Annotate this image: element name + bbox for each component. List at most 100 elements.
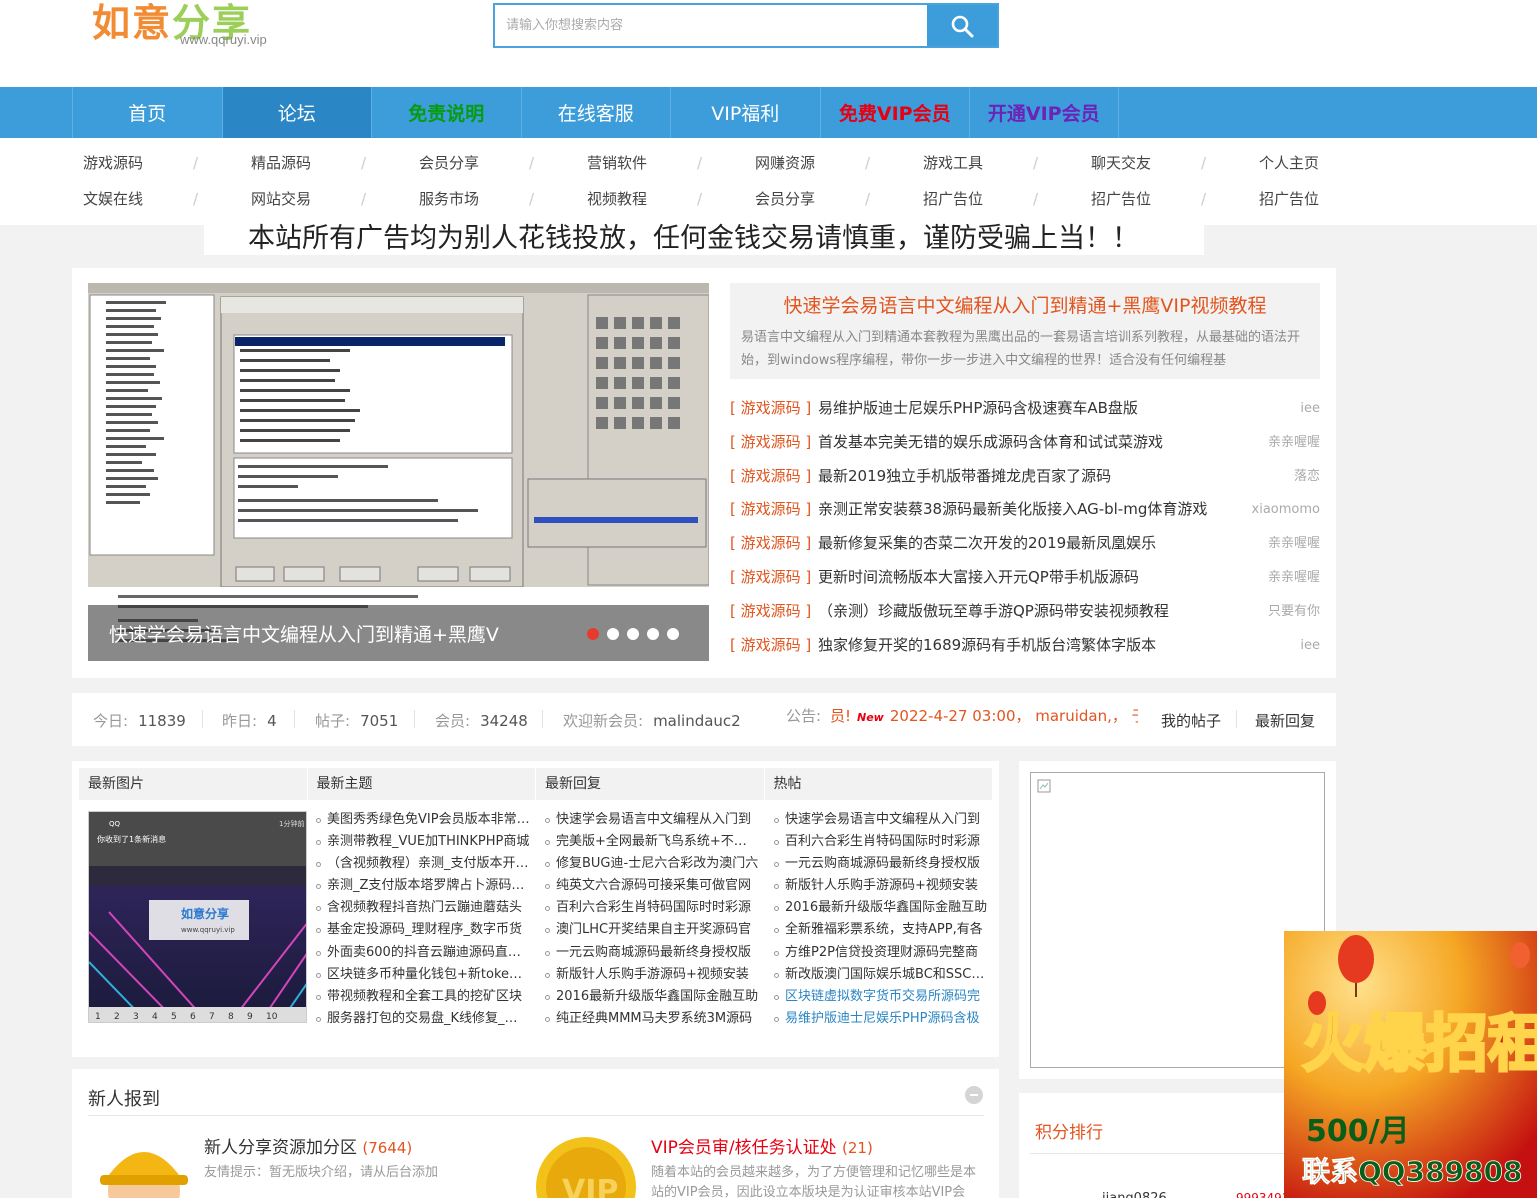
portal-tab[interactable]: 热帖 xyxy=(765,768,993,800)
slideshow-image[interactable]: 快速学会易语言中文编程从入门到精通+黑鹰V xyxy=(88,283,709,661)
list-item[interactable]: 美图秀秀绿色免VIP会员版本非常好用的工具 xyxy=(314,809,530,831)
thumb-page-number[interactable]: 7 xyxy=(209,1012,215,1022)
thread-title[interactable]: 首发基本完美无错的娱乐成源码含体育和试试菜游戏 xyxy=(818,426,1163,459)
thread-title[interactable]: 最新2019独立手机版带番摊龙虎百家了源码 xyxy=(818,460,1111,493)
nav-item-4[interactable]: VIP福利 xyxy=(670,87,820,138)
thumb-page-number[interactable]: 10 xyxy=(266,1012,278,1022)
thread-author[interactable]: iee xyxy=(1300,392,1320,425)
latest-replies-link[interactable]: 最新回复 xyxy=(1255,710,1315,731)
list-item[interactable]: 新版针人乐购手游源码+视频安装 xyxy=(772,875,988,897)
thumb-page-number[interactable]: 6 xyxy=(190,1012,196,1022)
thread-author[interactable]: xiaomomo xyxy=(1252,493,1320,526)
thread-author[interactable]: 亲亲喔喔 xyxy=(1268,426,1320,459)
thumb-page-number[interactable]: 2 xyxy=(114,1012,120,1022)
category-link[interactable]: 服务市场 xyxy=(419,181,479,217)
thread-title[interactable]: 易维护版迪士尼娱乐PHP源码含极速赛车AB盘版 xyxy=(818,392,1138,425)
notice-ticker[interactable]: 员! New 2022-4-27 03:00， maruidan,， 于 xyxy=(830,705,1138,727)
category-link[interactable]: 招广告位 xyxy=(1091,181,1151,217)
thumb-page-number[interactable]: 1 xyxy=(95,1012,101,1022)
thread-author[interactable]: 亲亲喔喔 xyxy=(1268,527,1320,560)
slide-dot[interactable] xyxy=(667,628,679,640)
category-link[interactable]: 招广告位 xyxy=(1259,181,1319,217)
list-item[interactable]: 纯英文六合源码可接采集可做官网 xyxy=(543,875,759,897)
list-item[interactable]: 方维P2P信贷投资理财源码完整商 xyxy=(772,942,988,964)
nav-item-0[interactable]: 首页 xyxy=(72,87,222,138)
thumb-page-number[interactable]: 9 xyxy=(247,1012,253,1022)
thread-category[interactable]: [ 游戏源码 ] xyxy=(730,399,811,417)
site-logo[interactable]: 如意分享 www.qqruyi.vip xyxy=(92,0,292,52)
list-item[interactable]: 含视频教程抖音热门云蹦迪蘑菇头 xyxy=(314,897,530,919)
nav-item-5[interactable]: 免费VIP会员 xyxy=(819,87,970,138)
list-item[interactable]: 百利六合彩生肖特码国际时时彩源 xyxy=(543,897,759,919)
thumb-page-number[interactable]: 4 xyxy=(152,1012,158,1022)
category-link[interactable]: 网站交易 xyxy=(251,181,311,217)
category-link[interactable]: 精品源码 xyxy=(251,145,311,181)
slide-caption-text[interactable]: 快速学会易语言中文编程从入门到精通+黑鹰V xyxy=(109,620,499,647)
category-link[interactable]: 会员分享 xyxy=(419,145,479,181)
list-item[interactable]: 新改版澳门国际娱乐城BC和SSC，t xyxy=(772,964,988,986)
slide-dot[interactable] xyxy=(587,628,599,640)
category-link[interactable]: 文娱在线 xyxy=(83,181,143,217)
list-item[interactable]: 纯正经典MMM马夫罗系统3M源码 xyxy=(543,1008,759,1030)
thread-title[interactable]: 亲测正常安装蔡38源码最新美化版接入AG-bl-mg体育游戏 xyxy=(818,493,1207,526)
list-item[interactable]: 修复BUG迪-士尼六合彩改为澳门六 xyxy=(543,853,759,875)
list-item[interactable]: 一元云购商城源码最新终身授权版 xyxy=(772,853,988,875)
list-item[interactable]: 服务器打包的交易盘_K线修复_源码下载 xyxy=(314,1008,530,1030)
collapse-button[interactable] xyxy=(965,1086,983,1104)
list-item[interactable]: 快速学会易语言中文编程从入门到 xyxy=(543,809,759,831)
thread-title[interactable]: 更新时间流畅版本大富接入开元QP带手机版源码 xyxy=(818,561,1139,594)
category-link[interactable]: 会员分享 xyxy=(755,181,815,217)
list-item[interactable]: 2016最新升级版华鑫国际金融互助 xyxy=(772,897,988,919)
thread-category[interactable]: [ 游戏源码 ] xyxy=(730,534,811,552)
floating-ad[interactable]: 火爆招租 500/月 联系QQ389808 xyxy=(1284,931,1537,1198)
category-link[interactable]: 视频教程 xyxy=(587,181,647,217)
portal-tab[interactable]: 最新图片 xyxy=(79,768,308,800)
nav-item-3[interactable]: 在线客服 xyxy=(520,87,671,138)
portal-tab[interactable]: 最新回复 xyxy=(536,768,765,800)
thumb-page-number[interactable]: 3 xyxy=(133,1012,139,1022)
slide-dot[interactable] xyxy=(647,628,659,640)
search-button[interactable] xyxy=(927,5,997,46)
thread-author[interactable]: iee xyxy=(1300,629,1320,662)
thread-category[interactable]: [ 游戏源码 ] xyxy=(730,500,811,518)
list-item[interactable]: （含视频教程）亲测_支付版本开源码 xyxy=(314,853,530,875)
thread-title[interactable]: 独家修复开奖的1689源码有手机版台湾繁体字版本 xyxy=(818,629,1156,662)
thumb-page-number[interactable]: 8 xyxy=(228,1012,234,1022)
category-link[interactable]: 网赚资源 xyxy=(755,145,815,181)
category-link[interactable]: 游戏源码 xyxy=(83,145,143,181)
rank-user-1[interactable]: jiang0826 xyxy=(1102,1191,1167,1198)
slide-dot[interactable] xyxy=(627,628,639,640)
thread-category[interactable]: [ 游戏源码 ] xyxy=(730,636,811,654)
list-item[interactable]: 亲测带教程_VUE加THINKPHP商城 xyxy=(314,831,530,853)
thread-author[interactable]: 落恋 xyxy=(1294,460,1320,493)
category-link[interactable]: 聊天交友 xyxy=(1091,145,1151,181)
list-item[interactable]: 2016最新升级版华鑫国际金融互助 xyxy=(543,986,759,1008)
broken-image-placeholder[interactable] xyxy=(1030,772,1325,1068)
nav-item-1[interactable]: 论坛 xyxy=(221,87,371,138)
list-item[interactable]: 亲测_Z支付版本塔罗牌占卜源码_带教程 xyxy=(314,875,530,897)
thread-category[interactable]: [ 游戏源码 ] xyxy=(730,467,811,485)
slide-dot[interactable] xyxy=(607,628,619,640)
latest-image-thumb[interactable]: QQ 1分钟前 你收到了1条新消息 如意分享 www.qqruyi.vip 1 2… xyxy=(88,811,307,1023)
thread-title[interactable]: （亲测）珍藏版傲玩至尊手游QP源码带安装视频教程 xyxy=(818,595,1169,628)
list-item[interactable]: 区块链虚拟数字货币交易所源码完 xyxy=(772,986,988,1008)
welcome-user-link[interactable]: malindauc2 xyxy=(653,712,741,730)
thread-author[interactable]: 只要有你 xyxy=(1268,595,1320,628)
search-input[interactable] xyxy=(495,5,928,46)
list-item[interactable]: 区块链多币种量化钱包+新token钱 xyxy=(314,964,530,986)
list-item[interactable]: 新版针人乐购手游源码+视频安装 xyxy=(543,964,759,986)
thread-title[interactable]: 最新修复采集的杏菜二次开发的2019最新凤凰娱乐 xyxy=(818,527,1156,560)
list-item[interactable]: 完美版+全网最新飞鸟系统+不可多 xyxy=(543,831,759,853)
list-item[interactable]: 澳门LHC开奖结果自主开奖源码官 xyxy=(543,919,759,941)
list-item[interactable]: 全新雅福彩票系统，支持APP,有各 xyxy=(772,919,988,941)
forum-newbie-share[interactable]: 新人分享资源加分区 (7644) xyxy=(204,1133,412,1158)
category-link[interactable]: 游戏工具 xyxy=(923,145,983,181)
list-item[interactable]: 外面卖600的抖音云蹦迪源码直播间 xyxy=(314,942,530,964)
thread-author[interactable]: 亲亲喔喔 xyxy=(1268,561,1320,594)
my-posts-link[interactable]: 我的帖子 xyxy=(1161,710,1221,731)
category-link[interactable]: 个人主页 xyxy=(1259,145,1319,181)
portal-tab[interactable]: 最新主题 xyxy=(308,768,536,800)
nav-item-6[interactable]: 开通VIP会员 xyxy=(969,87,1119,138)
list-item[interactable]: 易维护版迪士尼娱乐PHP源码含极 xyxy=(772,1008,988,1030)
forum-vip-verify[interactable]: VIP会员审/核任务认证处 (21) xyxy=(651,1133,873,1158)
